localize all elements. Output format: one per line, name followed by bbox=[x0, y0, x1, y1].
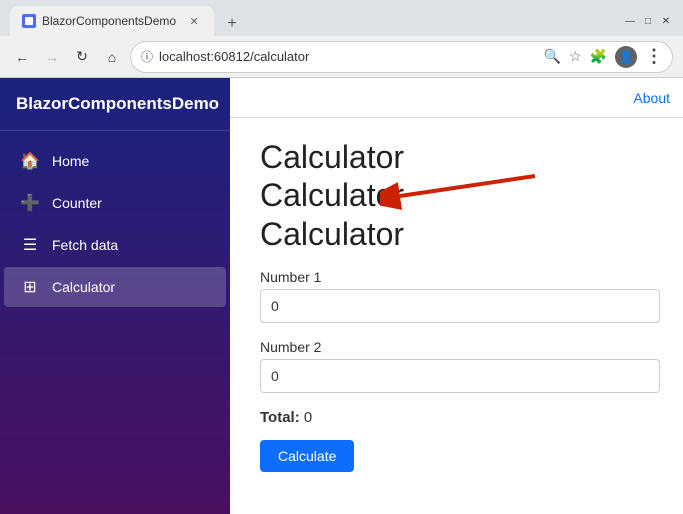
about-link[interactable]: About bbox=[633, 90, 670, 106]
top-nav: About bbox=[230, 78, 683, 118]
sidebar: BlazorComponentsDemo 🏠 Home ➕ Counter ☰ … bbox=[0, 78, 230, 514]
back-button[interactable]: ← bbox=[10, 45, 34, 69]
calculate-button[interactable]: Calculate bbox=[260, 440, 354, 472]
total-value: 0 bbox=[304, 409, 312, 426]
tab-close-button[interactable]: ✕ bbox=[186, 13, 202, 29]
forward-button[interactable]: → bbox=[40, 45, 64, 69]
lock-icon: ⓘ bbox=[141, 48, 153, 65]
sidebar-item-counter-label: Counter bbox=[52, 195, 102, 211]
bookmark-icon[interactable]: ☆ bbox=[569, 48, 582, 65]
sidebar-item-home-label: Home bbox=[52, 153, 89, 169]
sidebar-item-counter[interactable]: ➕ Counter bbox=[4, 183, 226, 223]
minimize-button[interactable]: — bbox=[623, 14, 637, 28]
menu-button[interactable]: ⋮ bbox=[645, 46, 662, 67]
home-button[interactable]: ⌂ bbox=[100, 45, 124, 69]
number1-input[interactable] bbox=[260, 289, 660, 323]
main-content: About Calculator Calculator Calculator bbox=[230, 78, 683, 514]
sidebar-brand: BlazorComponentsDemo bbox=[0, 78, 230, 131]
number1-label: Number 1 bbox=[260, 269, 660, 285]
tab-title: BlazorComponentsDemo bbox=[42, 14, 176, 28]
sidebar-item-fetch-data-label: Fetch data bbox=[52, 237, 118, 253]
number2-label: Number 2 bbox=[260, 339, 660, 355]
total-label: Total: bbox=[260, 409, 300, 426]
page-title-3: Calculator bbox=[260, 215, 404, 253]
home-icon: 🏠 bbox=[20, 151, 40, 171]
maximize-button[interactable]: □ bbox=[641, 14, 655, 28]
plus-icon: ➕ bbox=[20, 193, 40, 213]
total-line: Total: 0 bbox=[260, 409, 660, 426]
list-icon: ☰ bbox=[20, 235, 40, 255]
content-area: Calculator Calculator Calculator Number … bbox=[230, 118, 683, 492]
new-tab-button[interactable]: + bbox=[220, 12, 244, 36]
sidebar-item-home[interactable]: 🏠 Home bbox=[4, 141, 226, 181]
sidebar-item-calculator-label: Calculator bbox=[52, 279, 115, 295]
sidebar-item-fetch-data[interactable]: ☰ Fetch data bbox=[4, 225, 226, 265]
number2-input[interactable] bbox=[260, 359, 660, 393]
close-button[interactable]: ✕ bbox=[659, 14, 673, 28]
sidebar-item-calculator[interactable]: ⊞ Calculator bbox=[4, 267, 226, 307]
url-text: localhost:60812/calculator bbox=[159, 49, 309, 64]
sidebar-nav: 🏠 Home ➕ Counter ☰ Fetch data ⊞ Calculat… bbox=[0, 131, 230, 317]
refresh-button[interactable]: ↻ bbox=[70, 45, 94, 69]
tab-favicon bbox=[22, 14, 36, 28]
number1-group: Number 1 bbox=[260, 269, 660, 323]
extensions-icon[interactable]: 🧩 bbox=[590, 48, 607, 65]
number2-group: Number 2 bbox=[260, 339, 660, 393]
page-title-1: Calculator bbox=[260, 138, 404, 176]
calculator-icon: ⊞ bbox=[20, 277, 40, 297]
address-bar[interactable]: ⓘ localhost:60812/calculator 🔍 ☆ 🧩 👤 ⋮ bbox=[130, 41, 673, 73]
profile-icon[interactable]: 👤 bbox=[615, 46, 637, 68]
browser-tab[interactable]: BlazorComponentsDemo ✕ bbox=[10, 6, 214, 36]
page-title-2: Calculator bbox=[260, 176, 404, 214]
search-icon[interactable]: 🔍 bbox=[544, 48, 561, 65]
